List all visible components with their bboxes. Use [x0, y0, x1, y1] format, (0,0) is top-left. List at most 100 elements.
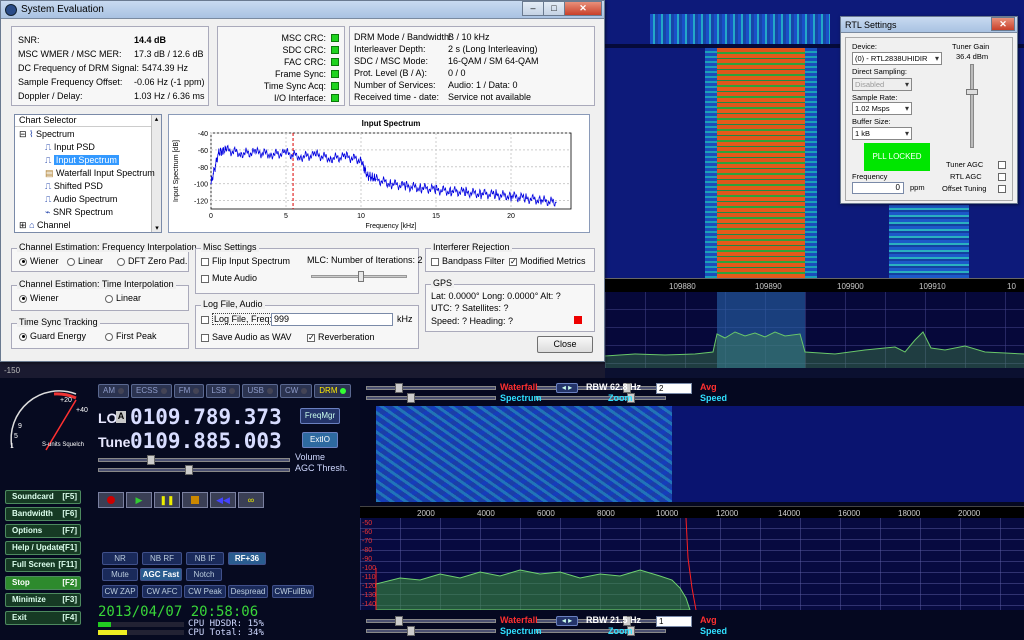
tuner-gain-slider[interactable] [966, 64, 978, 148]
mute-audio-checkbox[interactable]: Mute Audio [201, 273, 257, 283]
rf-plus36-button[interactable]: RF+36 [228, 552, 266, 565]
audio-spectrum[interactable]: -50 -60 -70 -80 -90 -100 -110 -120 -130 -140 [360, 518, 1024, 610]
full-screen-button[interactable]: Full Screen [F11] [5, 558, 81, 572]
audio-waterfall[interactable] [376, 406, 1024, 502]
tuner-agc-checkbox[interactable] [998, 161, 1006, 169]
cw-fullbw-button[interactable]: CWFullBw [272, 585, 314, 598]
sample-rate-select[interactable]: 1.02 Msps [852, 102, 912, 115]
close-button[interactable]: Close [537, 336, 593, 353]
freq-interp-linear[interactable]: Linear [67, 256, 103, 266]
mode-label: CW [284, 386, 299, 395]
scroll-up-icon[interactable]: ▴ [152, 115, 161, 123]
cw-zap-button[interactable]: CW ZAP [102, 585, 138, 598]
time-sync-guard-energy[interactable]: Guard Energy [19, 331, 86, 341]
device-select[interactable]: (0) - RTL2838UHIDIR [852, 52, 942, 65]
tree-node-spectrum[interactable]: ⊟ ⌇ Spectrum [19, 129, 75, 140]
play-button[interactable]: ▶ [126, 492, 152, 508]
tree-item-input-spectrum[interactable]: ⎍ Input Spectrum [45, 155, 119, 166]
frequency-correction-input[interactable]: 0 [852, 182, 904, 194]
spectrum-slider-4[interactable] [536, 626, 666, 636]
tree-item-snr-spectrum[interactable]: ⌁ SNR Spectrum [45, 207, 113, 218]
rbw-arrows[interactable]: ◂ ▸ [556, 383, 578, 393]
nb-rf-button[interactable]: NB RF [142, 552, 182, 565]
stop-play-button[interactable] [182, 492, 208, 508]
time-sync-first-peak[interactable]: First Peak [105, 331, 157, 341]
reverberation-checkbox[interactable]: ✓ Reverberation [307, 332, 375, 342]
volume-slider[interactable] [98, 455, 290, 465]
sysEval-titlebar[interactable]: System Evaluation [1, 1, 604, 19]
mode-fm-button[interactable]: FM [173, 384, 205, 398]
mlc-iterations-slider[interactable] [311, 271, 407, 282]
minimize-window-button[interactable]: – [522, 1, 544, 16]
cw-afc-button[interactable]: CW AFC [142, 585, 182, 598]
flip-spectrum-checkbox[interactable]: Flip Input Spectrum [201, 256, 290, 266]
mode-ecss-button[interactable]: ECSS [131, 384, 172, 398]
extio-button[interactable]: ExtIO [302, 432, 338, 448]
mute-button[interactable]: Mute [102, 568, 138, 581]
tree-item-waterfall[interactable]: ▤ Waterfall Input Spectrum [45, 168, 155, 179]
transport-controls: ▶ ❚❚ ◀◀ ∞ [98, 492, 264, 508]
cw-peak-button[interactable]: CW Peak [184, 585, 226, 598]
time-interp-linear[interactable]: Linear [105, 293, 141, 303]
spectrum-slider-2[interactable] [536, 393, 666, 403]
mode-drm-button[interactable]: DRM [314, 384, 352, 398]
loop-button[interactable]: ∞ [238, 492, 264, 508]
direct-sampling-select[interactable]: Disabled [852, 78, 912, 91]
notch-button[interactable]: Notch [186, 568, 222, 581]
soundcard-button[interactable]: Soundcard [F5] [5, 490, 81, 504]
sfo-label: Sample Frequency Offset: [18, 77, 123, 87]
rewind-button[interactable]: ◀◀ [210, 492, 236, 508]
waterfall-slider-3[interactable] [366, 616, 496, 626]
waterfall-slider-1[interactable] [366, 383, 496, 393]
nr-button[interactable]: NR [102, 552, 138, 565]
mode-lsb-button[interactable]: LSB [206, 384, 241, 398]
stop-button[interactable]: Stop [F2] [5, 576, 81, 590]
freqmgr-button[interactable]: FreqMgr [300, 408, 340, 424]
despread-button[interactable]: Despread [228, 585, 268, 598]
close-window-button[interactable]: ✕ [564, 1, 602, 16]
bandpass-checkbox[interactable]: Bandpass Filter [431, 256, 505, 266]
pause-button[interactable]: ❚❚ [154, 492, 180, 508]
agc-threshold-slider[interactable] [98, 465, 290, 475]
tree-item-audio-spectrum[interactable]: ⎍ Audio Spectrum [45, 194, 117, 205]
mode-cw-button[interactable]: CW [279, 384, 313, 398]
time-interp-wiener[interactable]: Wiener [19, 293, 59, 303]
record-button[interactable] [98, 492, 124, 508]
x-tick-label: 5 [284, 213, 288, 220]
spectrum-slider-1[interactable] [366, 393, 496, 403]
maximize-window-button[interactable]: □ [543, 1, 565, 16]
top-spectrum[interactable] [605, 292, 1024, 368]
agc-fast-button[interactable]: AGC Fast [140, 568, 182, 581]
rbw-arrows-2[interactable]: ◂ ▸ [556, 616, 578, 626]
avg-select-top[interactable]: 2 [656, 383, 692, 394]
save-wav-checkbox[interactable]: Save Audio as WAV [201, 332, 292, 342]
modified-metrics-checkbox[interactable]: ✓ Modified Metrics [509, 256, 586, 266]
bandwidth-button[interactable]: Bandwidth [F6] [5, 507, 81, 521]
tree-node-channel[interactable]: ⊞ ⌂ Channel [19, 220, 71, 231]
freq-tick: 20000 [958, 509, 981, 518]
freq-interp-dft[interactable]: DFT Zero Pad. [117, 256, 187, 266]
lo-frequency[interactable]: 0109.789.373 [130, 405, 282, 429]
rtl-close-button[interactable]: ✕ [991, 17, 1015, 31]
input-spectrum-chart[interactable]: -40 -60 -80 -100 -120 0 5 10 15 20 Input Spectrum F… [168, 114, 590, 233]
buffer-size-select[interactable]: 1 kB [852, 127, 912, 140]
mode-am-button[interactable]: AM [98, 384, 129, 398]
offset-tuning-checkbox[interactable] [998, 185, 1006, 193]
lo-lock-icon[interactable]: A [116, 411, 126, 423]
freq-interp-wiener[interactable]: Wiener [19, 256, 59, 266]
minimize-button[interactable]: Minimize [F3] [5, 593, 81, 607]
tune-frequency[interactable]: 0109.885.003 [130, 429, 282, 453]
mode-usb-button[interactable]: USB [242, 384, 278, 398]
scroll-down-icon[interactable]: ▾ [152, 224, 162, 232]
avg-select-bottom[interactable]: 1 [656, 616, 692, 627]
tree-item-shifted-psd[interactable]: ⎍ Shifted PSD [45, 181, 103, 192]
tree-item-input-psd[interactable]: ⎍ Input PSD [45, 142, 95, 153]
options-button[interactable]: Options [F7] [5, 524, 81, 538]
log-frequency-input[interactable]: 999 [271, 313, 393, 326]
exit-button[interactable]: Exit [F4] [5, 611, 81, 625]
help-update-button[interactable]: Help / Update [F1] [5, 541, 81, 555]
log-file-checkbox[interactable]: Log File, Freq: [201, 313, 275, 325]
nb-if-button[interactable]: NB IF [186, 552, 224, 565]
spectrum-slider-3[interactable] [366, 626, 496, 636]
rtl-agc-checkbox[interactable] [998, 173, 1006, 181]
